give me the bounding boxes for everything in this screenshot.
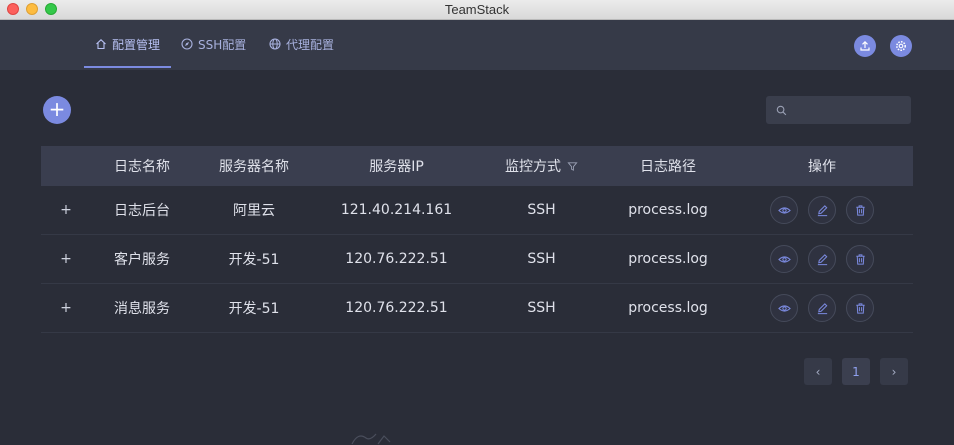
column-header-server-name: 服务器名称 [219, 159, 289, 175]
edit-button[interactable] [808, 245, 836, 273]
decorative-watermark [351, 433, 391, 445]
delete-button[interactable] [846, 294, 874, 322]
table-row: + 日志后台 阿里云 121.40.214.161 SSH process.lo… [41, 186, 913, 235]
cell-log-path: process.log [628, 251, 708, 267]
compass-icon [181, 38, 193, 50]
cell-server-ip: 121.40.214.161 [340, 202, 453, 218]
column-header-monitor-method: 监控方式 [478, 156, 605, 176]
page-1-button[interactable]: 1 [842, 358, 870, 385]
upload-button[interactable] [854, 35, 876, 57]
row-actions [770, 245, 874, 273]
cell-server-ip: 120.76.222.51 [345, 251, 448, 267]
table-header: 日志名称 服务器名称 服务器IP 监控方式 日志路径 操作 [41, 146, 913, 186]
row-actions [770, 196, 874, 224]
globe-icon [269, 38, 281, 50]
expand-row-button[interactable]: + [60, 300, 72, 316]
cell-server-name: 阿里云 [233, 203, 275, 219]
search-input[interactable] [793, 103, 903, 117]
view-button[interactable] [770, 245, 798, 273]
prev-page-button[interactable]: ‹ [804, 358, 832, 385]
settings-button[interactable] [890, 35, 912, 57]
delete-button[interactable] [846, 245, 874, 273]
expand-row-button[interactable]: + [60, 251, 72, 267]
cell-server-name: 开发-51 [228, 252, 280, 268]
delete-button[interactable] [846, 196, 874, 224]
active-tab-indicator [84, 66, 171, 68]
top-nav: 配置管理 SSH配置 代理配置 [0, 20, 954, 70]
column-header-log-path: 日志路径 [640, 159, 696, 175]
filter-icon[interactable] [567, 161, 578, 172]
column-header-actions: 操作 [808, 159, 836, 175]
expand-row-button[interactable]: + [60, 202, 72, 218]
next-page-button[interactable]: › [880, 358, 908, 385]
row-actions [770, 294, 874, 322]
table-row: + 客户服务 开发-51 120.76.222.51 SSH process.l… [41, 235, 913, 284]
edit-icon [817, 302, 827, 314]
cell-log-name: 日志后台 [114, 203, 170, 219]
close-window-button[interactable] [7, 3, 19, 15]
trash-icon [855, 302, 865, 314]
cell-log-path: process.log [628, 300, 708, 316]
maximize-window-button[interactable] [45, 3, 57, 15]
upload-icon [860, 40, 870, 51]
cell-server-ip: 120.76.222.51 [345, 300, 448, 316]
cell-monitor-method: SSH [527, 300, 556, 316]
tab-ssh-config[interactable]: SSH配置 [181, 20, 246, 68]
search-box [766, 96, 911, 124]
eye-icon [777, 206, 791, 214]
window-titlebar: TeamStack [0, 0, 954, 20]
view-button[interactable] [770, 196, 798, 224]
search-icon [776, 105, 787, 115]
add-log-button[interactable]: + [43, 96, 71, 124]
view-button[interactable] [770, 294, 798, 322]
tab-config-management[interactable]: 配置管理 [95, 20, 160, 68]
column-header-label: 监控方式 [505, 159, 561, 175]
eye-icon [777, 304, 791, 312]
home-icon [96, 39, 106, 50]
traffic-lights [7, 3, 57, 15]
cell-monitor-method: SSH [527, 202, 556, 218]
cell-log-name: 客户服务 [114, 252, 170, 268]
cell-log-name: 消息服务 [114, 301, 170, 317]
tab-label: 代理配置 [286, 37, 335, 52]
table-row: + 消息服务 开发-51 120.76.222.51 SSH process.l… [41, 284, 913, 333]
tab-label: SSH配置 [198, 37, 247, 52]
cell-log-path: process.log [628, 202, 708, 218]
window-title: TeamStack [444, 2, 510, 17]
cell-server-name: 开发-51 [228, 301, 280, 317]
trash-icon [855, 204, 865, 216]
column-header-server-ip: 服务器IP [369, 159, 424, 175]
gear-icon [896, 41, 906, 51]
minimize-window-button[interactable] [26, 3, 38, 15]
cell-monitor-method: SSH [527, 251, 556, 267]
edit-button[interactable] [808, 196, 836, 224]
tab-label: 配置管理 [112, 37, 161, 52]
column-header-log-name: 日志名称 [114, 159, 170, 175]
edit-icon [817, 253, 827, 265]
trash-icon [855, 253, 865, 265]
log-config-table: 日志名称 服务器名称 服务器IP 监控方式 日志路径 操作 + 日志后台 阿里云… [41, 146, 913, 333]
edit-icon [817, 204, 827, 216]
eye-icon [777, 255, 791, 263]
tab-proxy-config[interactable]: 代理配置 [269, 20, 334, 68]
edit-button[interactable] [808, 294, 836, 322]
